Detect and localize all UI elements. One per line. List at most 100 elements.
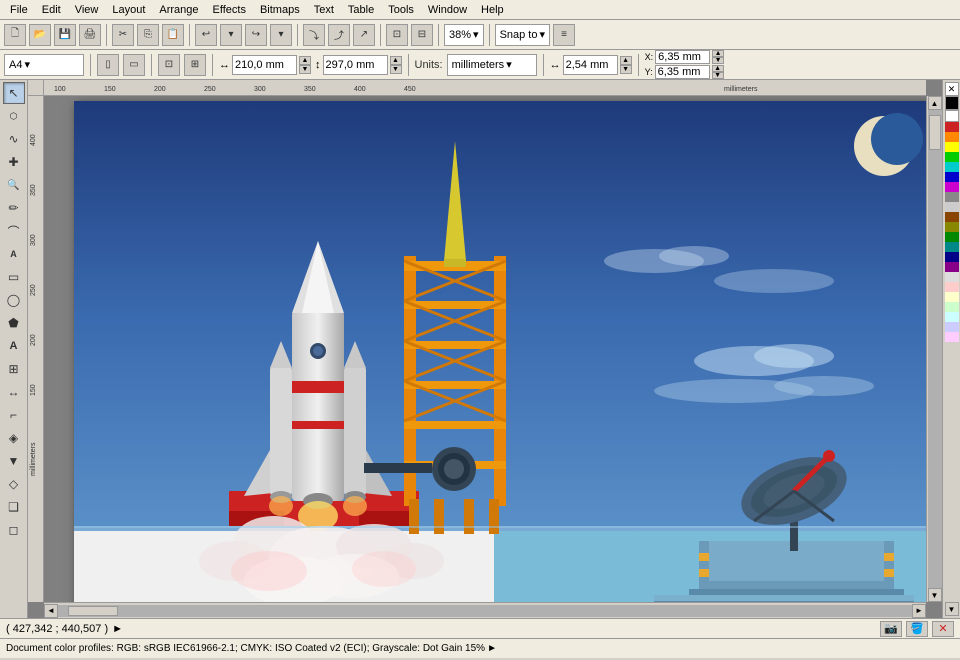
height-down[interactable]: ▼ [390, 65, 402, 74]
fill-tool-btn[interactable]: ▼ [3, 450, 25, 472]
menu-table[interactable]: Table [342, 3, 380, 17]
page-options-button[interactable]: ⊡ [158, 54, 180, 76]
new-button[interactable]: 🗋 [4, 24, 26, 46]
scroll-track-bottom[interactable] [58, 605, 912, 617]
fill-indicator[interactable]: 🪣 [906, 621, 928, 637]
blue-swatch[interactable] [945, 172, 959, 182]
darkgreen-swatch[interactable] [945, 232, 959, 242]
width-down[interactable]: ▼ [299, 65, 311, 74]
zoom-dropdown[interactable]: 38% ▾ [444, 24, 484, 46]
yellow-swatch[interactable] [945, 142, 959, 152]
lightgreen-swatch[interactable] [945, 302, 959, 312]
menu-effects[interactable]: Effects [207, 3, 252, 17]
rect-tool-btn[interactable]: ▭ [3, 266, 25, 288]
bottom-scrollbar[interactable]: ◄ ► [44, 602, 926, 618]
scroll-thumb-right[interactable] [929, 115, 941, 150]
smear-tool-btn[interactable]: ∿ [3, 128, 25, 150]
scroll-right-button[interactable]: ► [912, 604, 926, 618]
silver-swatch[interactable] [945, 272, 959, 282]
menu-text[interactable]: Text [308, 3, 340, 17]
connector-tool-btn[interactable]: ⌐ [3, 404, 25, 426]
coord-x-input[interactable] [655, 50, 710, 64]
height-up[interactable]: ▲ [390, 56, 402, 65]
camera-button[interactable]: 📷 [880, 621, 902, 637]
save-button[interactable]: 💾 [54, 24, 76, 46]
coordx-up[interactable]: ▲ [712, 50, 724, 57]
teal-swatch[interactable] [945, 242, 959, 252]
offset-down[interactable]: ▼ [620, 65, 632, 74]
scroll-thumb-bottom[interactable] [68, 606, 118, 616]
import-button[interactable]: ⤵ [303, 24, 325, 46]
scroll-down-button[interactable]: ▼ [928, 588, 942, 602]
view-button[interactable]: ⊡ [386, 24, 408, 46]
color-mode-button[interactable]: ⊟ [411, 24, 433, 46]
height-spinner[interactable]: ▲ ▼ [390, 56, 402, 74]
canvas-content[interactable] [44, 96, 926, 602]
cyan-swatch[interactable] [945, 162, 959, 172]
width-up[interactable]: ▲ [299, 56, 311, 65]
undo-list-button[interactable]: ▾ [220, 24, 242, 46]
menu-window[interactable]: Window [422, 3, 473, 17]
navy-swatch[interactable] [945, 252, 959, 262]
paste-button[interactable]: 📋 [162, 24, 184, 46]
purple-swatch[interactable] [945, 262, 959, 272]
dimension-tool-btn[interactable]: ↔ [3, 381, 25, 403]
lightyellow-swatch[interactable] [945, 292, 959, 302]
bezier-tool-btn[interactable]: ⌒ [3, 220, 25, 242]
menu-layout[interactable]: Layout [106, 3, 151, 17]
menu-bitmaps[interactable]: Bitmaps [254, 3, 306, 17]
table-tool-btn[interactable]: ⊞ [3, 358, 25, 380]
lightmagenta-swatch[interactable] [945, 332, 959, 342]
olive-swatch[interactable] [945, 222, 959, 232]
menu-help[interactable]: Help [475, 3, 510, 17]
gray-swatch[interactable] [945, 192, 959, 202]
coordy-spinner[interactable]: ▲ ▼ [712, 65, 724, 79]
coordx-down[interactable]: ▼ [712, 57, 724, 64]
menu-arrange[interactable]: Arrange [153, 3, 204, 17]
pink-swatch[interactable] [945, 282, 959, 292]
white-swatch[interactable] [945, 110, 959, 122]
width-input[interactable] [232, 55, 297, 75]
undo-button[interactable]: ↩ [195, 24, 217, 46]
scroll-left-button[interactable]: ◄ [44, 604, 58, 618]
shadow-tool-btn[interactable]: ❑ [3, 496, 25, 518]
lightgray-swatch[interactable] [945, 202, 959, 212]
no-color-swatch[interactable]: ✕ [945, 82, 959, 96]
polygon-tool-btn[interactable]: ⬟ [3, 312, 25, 334]
ellipse-tool-btn[interactable]: ◯ [3, 289, 25, 311]
crop-tool-btn[interactable]: ✚ [3, 151, 25, 173]
bleed-button[interactable]: ⊞ [184, 54, 206, 76]
black-swatch[interactable] [945, 96, 959, 110]
shape-tool-btn[interactable]: ⬡ [3, 105, 25, 127]
menu-file[interactable]: File [4, 3, 34, 17]
coord-y-input[interactable] [655, 65, 710, 79]
pick-tool-btn[interactable]: ↖ [3, 82, 25, 104]
interactive-fill-btn[interactable]: ◇ [3, 473, 25, 495]
brown-swatch[interactable] [945, 212, 959, 222]
menu-tools[interactable]: Tools [382, 3, 420, 17]
menu-edit[interactable]: Edit [36, 3, 67, 17]
magenta-swatch[interactable] [945, 182, 959, 192]
open-button[interactable]: 📂 [29, 24, 51, 46]
scroll-track-right[interactable] [928, 110, 942, 588]
scroll-up-button[interactable]: ▲ [928, 96, 942, 110]
offset-input[interactable] [563, 55, 618, 75]
artistic-tool-btn[interactable]: A [3, 243, 25, 265]
redo-button[interactable]: ↪ [245, 24, 267, 46]
red-swatch[interactable] [945, 122, 959, 132]
document-page[interactable] [74, 101, 926, 602]
text-tool-btn[interactable]: A [3, 335, 25, 357]
menu-view[interactable]: View [69, 3, 105, 17]
cut-button[interactable]: ✂ [112, 24, 134, 46]
portrait-button[interactable]: ▯ [97, 54, 119, 76]
offset-up[interactable]: ▲ [620, 56, 632, 65]
copy-button[interactable]: ⎘ [137, 24, 159, 46]
height-input[interactable] [323, 55, 388, 75]
coordy-down[interactable]: ▼ [712, 72, 724, 79]
landscape-button[interactable]: ▭ [123, 54, 145, 76]
right-scrollbar[interactable]: ▲ ▼ [926, 96, 942, 602]
palette-scroll-down[interactable]: ▼ [945, 602, 959, 616]
close-indicator[interactable]: ✕ [932, 621, 954, 637]
export-button[interactable]: ⤴ [328, 24, 350, 46]
transparency-tool-btn[interactable]: ◻ [3, 519, 25, 541]
